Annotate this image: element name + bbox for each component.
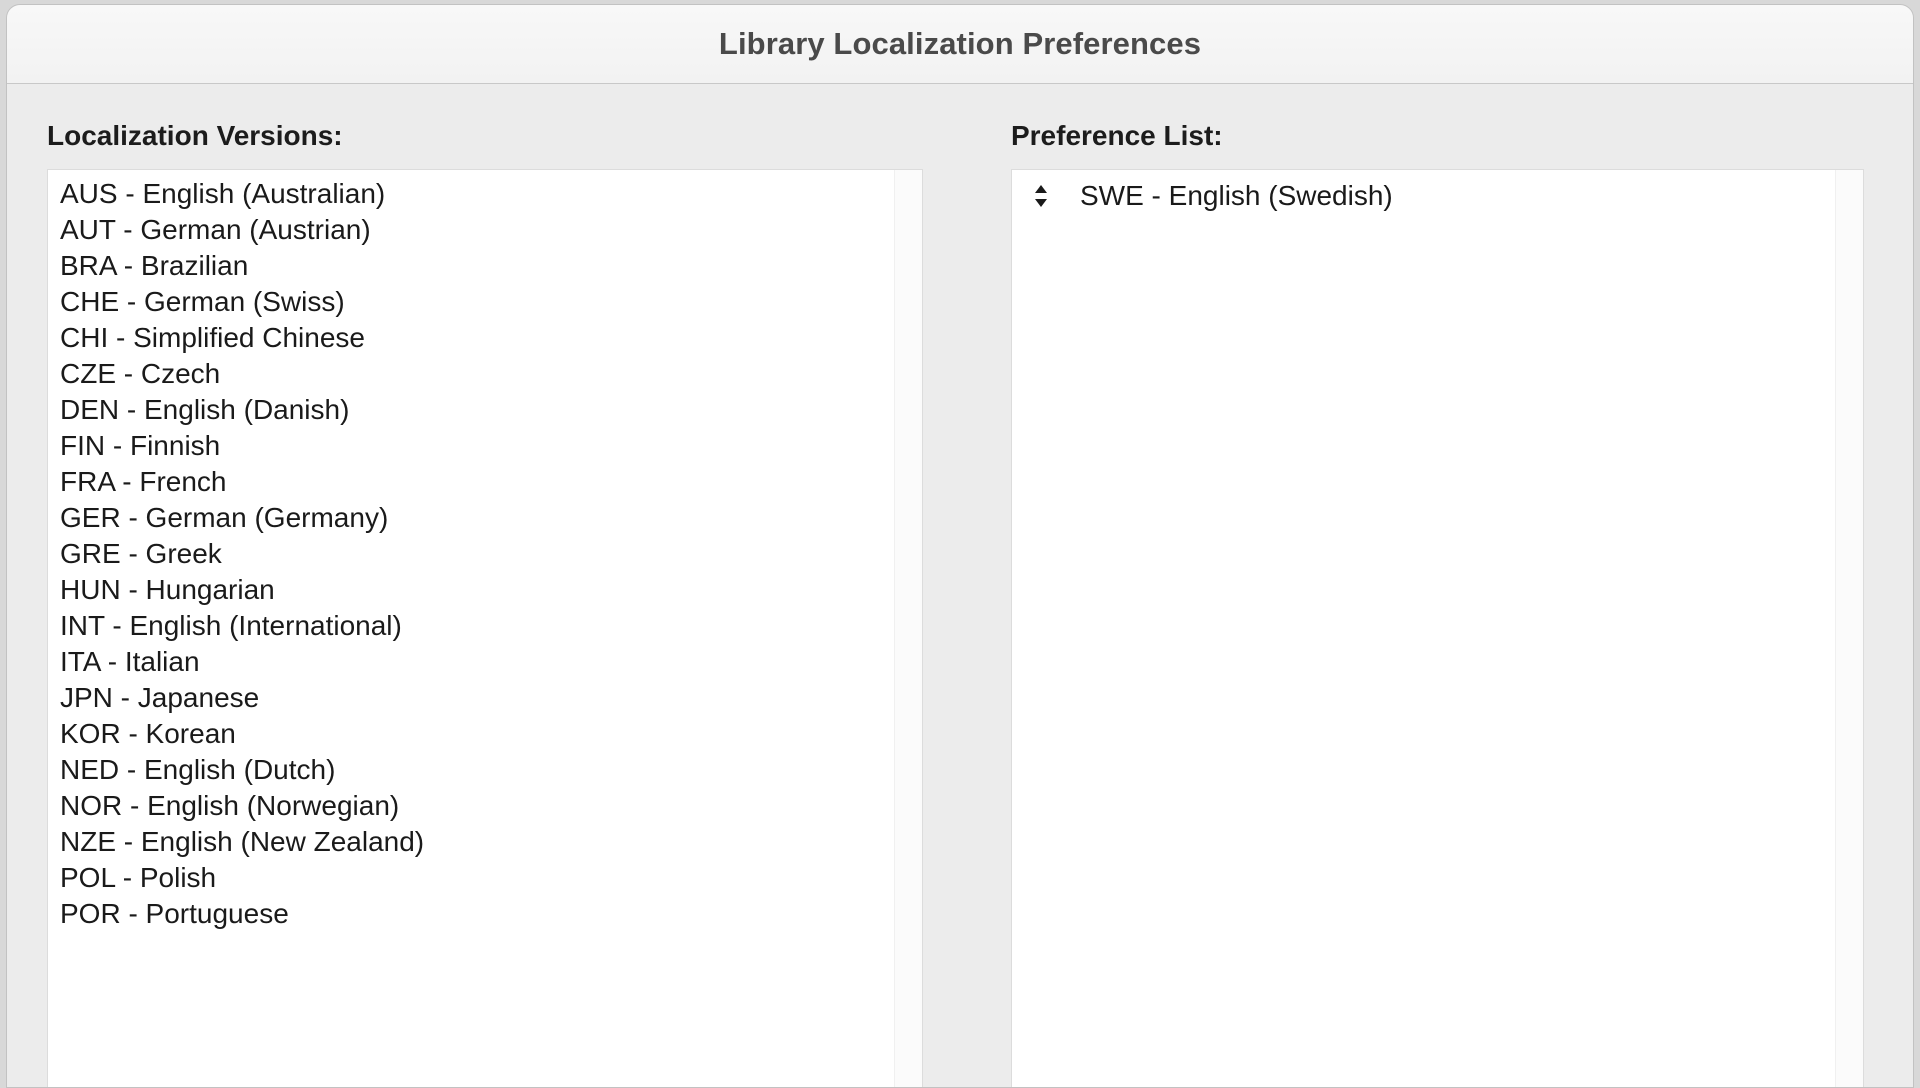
- list-item-label: NZE - English (New Zealand): [60, 826, 425, 857]
- list-item[interactable]: AUS - English (Australian): [48, 176, 894, 212]
- list-item[interactable]: INT - English (International): [48, 608, 894, 644]
- localization-versions-label: Localization Versions:: [47, 120, 343, 151]
- dialog-body: Localization Versions: AUS - English (Au…: [7, 84, 1913, 1087]
- list-item[interactable]: CHI - Simplified Chinese: [48, 320, 894, 356]
- window-title: Library Localization Preferences: [718, 26, 1202, 61]
- preference-list-item-label: SWE - English (Swedish): [1079, 180, 1393, 211]
- list-item[interactable]: POR - Portuguese: [48, 896, 894, 932]
- window-titlebar: Library Localization Preferences: [7, 5, 1913, 84]
- list-item-label: NOR - English (Norwegian): [60, 790, 400, 821]
- localization-versions-pane: Localization Versions: AUS - English (Au…: [7, 84, 966, 1087]
- localization-versions-scrollbar[interactable]: [894, 170, 922, 1087]
- preference-list-label: Preference List:: [1010, 120, 1223, 151]
- list-item[interactable]: CZE - Czech: [48, 356, 894, 392]
- list-item-label: AUT - German (Austrian): [60, 214, 371, 245]
- list-item-label: JPN - Japanese: [60, 682, 260, 713]
- preference-list-listwrap: SWE - English (Swedish): [1010, 169, 1864, 1087]
- list-item-label: NED - English (Dutch): [60, 754, 336, 785]
- list-item-label: DEN - English (Danish): [60, 394, 350, 425]
- list-item-label: INT - English (International): [60, 610, 402, 641]
- list-item[interactable]: FIN - Finnish: [48, 428, 894, 464]
- list-item-label: FIN - Finnish: [60, 430, 221, 461]
- list-item[interactable]: NED - English (Dutch): [48, 752, 894, 788]
- list-item[interactable]: CHE - German (Swiss): [48, 284, 894, 320]
- list-item-label: ITA - Italian: [60, 646, 200, 677]
- list-item-label: AUS - English (Australian): [60, 178, 386, 209]
- list-item-label: FRA - French: [60, 466, 227, 497]
- list-item-label: BRA - Brazilian: [60, 250, 249, 281]
- list-item[interactable]: DEN - English (Danish): [48, 392, 894, 428]
- list-item[interactable]: AUT - German (Austrian): [48, 212, 894, 248]
- list-item-label: KOR - Korean: [60, 718, 236, 749]
- list-item-label: POR - Portuguese: [60, 898, 289, 929]
- localization-versions-listwrap: AUS - English (Australian) AUT - German (…: [47, 169, 923, 1087]
- preference-list-item[interactable]: SWE - English (Swedish): [1012, 176, 1835, 216]
- list-item[interactable]: JPN - Japanese: [48, 680, 894, 716]
- list-item[interactable]: FRA - French: [48, 464, 894, 500]
- list-item[interactable]: NZE - English (New Zealand): [48, 824, 894, 860]
- list-item-label: HUN - Hungarian: [60, 574, 275, 605]
- list-item-label: CHE - German (Swiss): [60, 286, 345, 317]
- localization-versions-list[interactable]: AUS - English (Australian) AUT - German (…: [48, 170, 894, 1087]
- list-item[interactable]: BRA - Brazilian: [48, 248, 894, 284]
- list-item-label: CZE - Czech: [60, 358, 221, 389]
- list-item-label: GRE - Greek: [60, 538, 222, 569]
- preference-list[interactable]: SWE - English (Swedish): [1012, 170, 1835, 1087]
- preference-list-pane: Preference List: SWE - English (Swedish): [966, 84, 1913, 1087]
- preferences-window: Library Localization Preferences Localiz…: [6, 4, 1914, 1088]
- list-item[interactable]: HUN - Hungarian: [48, 572, 894, 608]
- list-item[interactable]: POL - Polish: [48, 860, 894, 896]
- list-item[interactable]: KOR - Korean: [48, 716, 894, 752]
- list-item-label: CHI - Simplified Chinese: [60, 322, 365, 353]
- list-item-label: GER - German (Germany): [60, 502, 389, 533]
- list-item[interactable]: GER - German (Germany): [48, 500, 894, 536]
- preference-list-scrollbar[interactable]: [1834, 170, 1863, 1087]
- list-item[interactable]: NOR - English (Norwegian): [48, 788, 894, 824]
- list-item-label: POL - Polish: [60, 862, 217, 893]
- list-item[interactable]: ITA - Italian: [48, 644, 894, 680]
- list-item[interactable]: GRE - Greek: [48, 536, 894, 572]
- drag-reorder-icon[interactable]: [1030, 181, 1052, 211]
